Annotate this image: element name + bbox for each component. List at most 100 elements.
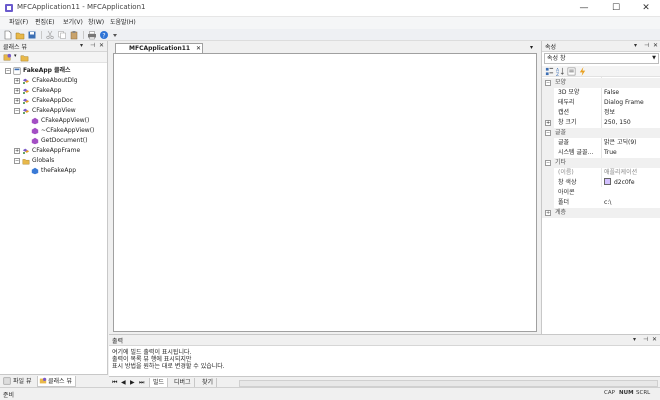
expand-icon[interactable]: +: [14, 88, 20, 94]
categorized-icon[interactable]: [545, 67, 554, 76]
collapse-icon[interactable]: −: [545, 160, 551, 166]
property-name: 글꼴: [555, 129, 567, 136]
tree-item[interactable]: ~CFakeAppView(): [0, 126, 108, 136]
document-list-dropdown[interactable]: ▾: [530, 44, 533, 51]
property-gutter: [542, 88, 554, 98]
property-row[interactable]: 폴더 c:\: [542, 198, 660, 208]
property-category[interactable]: − 모양: [542, 78, 660, 88]
events-icon[interactable]: [578, 67, 587, 76]
property-value[interactable]: Dialog Frame: [604, 98, 644, 108]
method-icon: [31, 127, 39, 135]
copy-icon[interactable]: [57, 30, 67, 40]
help-icon[interactable]: ?: [99, 30, 109, 40]
maximize-button[interactable]: ☐: [602, 0, 630, 16]
menu-edit[interactable]: 편집(E): [35, 18, 55, 28]
property-row[interactable]: 3D 모양 False: [542, 88, 660, 98]
sort-icon[interactable]: [3, 53, 12, 62]
property-category[interactable]: − 글꼴: [542, 128, 660, 138]
document-area: MFCApplication11 ✕ ▾: [109, 41, 540, 333]
dropdown-icon[interactable]: ▾: [14, 53, 17, 59]
property-value[interactable]: c:\: [604, 198, 611, 208]
property-value[interactable]: 250, 150: [604, 118, 631, 128]
print-icon[interactable]: [87, 30, 97, 40]
alphabetical-icon[interactable]: AZ: [556, 67, 565, 76]
property-row[interactable]: (이름) 애플리케이션: [542, 168, 660, 178]
toolbar-options-icon[interactable]: [110, 30, 120, 40]
expand-icon[interactable]: +: [545, 120, 551, 126]
pane-options-icon[interactable]: ▾: [634, 42, 637, 49]
close-button[interactable]: ✕: [632, 0, 660, 16]
property-value[interactable]: d2c0fe: [604, 178, 635, 188]
tree-item[interactable]: GetDocument(): [0, 136, 108, 146]
property-category[interactable]: − 기타: [542, 158, 660, 168]
menu-file[interactable]: 파일(F): [9, 18, 28, 28]
properties-object-combo[interactable]: 속성 창 ▼: [544, 53, 659, 64]
tree-item[interactable]: + CFakeAboutDlg: [0, 76, 108, 86]
expand-icon[interactable]: +: [14, 78, 20, 84]
property-row[interactable]: 캡션 정보: [542, 108, 660, 118]
tree-item[interactable]: theFakeApp: [0, 166, 108, 176]
property-category[interactable]: + 계층: [542, 208, 660, 218]
minimize-button[interactable]: —: [570, 0, 598, 16]
pane-options-icon[interactable]: ▾: [633, 336, 636, 343]
property-value[interactable]: False: [604, 88, 619, 98]
property-gutter: [542, 168, 554, 178]
open-folder-icon[interactable]: [15, 30, 25, 40]
cut-icon[interactable]: [45, 30, 55, 40]
collapse-icon[interactable]: −: [14, 108, 20, 114]
properties-icon[interactable]: [567, 67, 576, 76]
expand-icon[interactable]: +: [545, 210, 551, 216]
save-icon[interactable]: [27, 30, 37, 40]
document-view[interactable]: [113, 53, 537, 332]
tab-file-view[interactable]: 파일 뷰: [3, 376, 31, 387]
property-name: 폴더: [558, 199, 570, 206]
property-value[interactable]: True: [604, 148, 617, 158]
property-row[interactable]: 글꼴 맑은 고딕(9): [542, 138, 660, 148]
property-row[interactable]: 테두리 Dialog Frame: [542, 98, 660, 108]
pane-close-icon[interactable]: ✕: [653, 42, 658, 49]
pin-icon[interactable]: ⊣: [643, 336, 648, 343]
property-row[interactable]: 창 색상 d2c0fe: [542, 178, 660, 188]
expand-icon[interactable]: +: [14, 148, 20, 154]
tree-item[interactable]: − CFakeAppView: [0, 106, 108, 116]
tree-item[interactable]: − FakeApp 클래스: [0, 66, 108, 76]
tree-item[interactable]: − Globals: [0, 156, 108, 166]
property-row[interactable]: 시스템 글꼴... True: [542, 148, 660, 158]
class-view-title: 클래스 뷰: [3, 44, 27, 51]
window-title: MFCApplication11 - MFCApplication1: [17, 3, 146, 11]
property-row[interactable]: 아이콘: [542, 188, 660, 198]
collapse-icon[interactable]: −: [545, 80, 551, 86]
pane-options-icon[interactable]: ▾: [80, 42, 83, 49]
class-view-icon: [39, 377, 47, 384]
collapse-icon[interactable]: −: [545, 130, 551, 136]
method-icon: [31, 137, 39, 145]
new-file-icon[interactable]: [3, 30, 13, 40]
tree-item[interactable]: + CFakeAppFrame: [0, 146, 108, 156]
tab-class-view[interactable]: 클래스 뷰: [37, 376, 76, 387]
tree-item[interactable]: + CFakeAppDoc: [0, 96, 108, 106]
property-name: 모양: [555, 79, 567, 86]
paste-icon[interactable]: [69, 30, 79, 40]
pin-icon[interactable]: ⊣: [644, 42, 649, 49]
menu-window[interactable]: 창(W): [88, 18, 104, 28]
new-folder-icon[interactable]: [20, 53, 29, 62]
collapse-icon[interactable]: −: [5, 68, 11, 74]
output-title: 출력: [112, 338, 124, 345]
collapse-icon[interactable]: −: [14, 158, 20, 164]
menu-help[interactable]: 도움말(H): [110, 18, 136, 28]
pane-close-icon[interactable]: ✕: [652, 336, 657, 343]
document-tab[interactable]: MFCApplication11 ✕: [115, 43, 203, 53]
tree-item[interactable]: CFakeAppView(): [0, 116, 108, 126]
property-value[interactable]: 애플리케이션: [604, 168, 637, 178]
class-icon: [22, 78, 30, 85]
property-row[interactable]: + 창 크기 250, 150: [542, 118, 660, 128]
pin-icon[interactable]: ⊣: [90, 42, 95, 49]
menu-view[interactable]: 보기(V): [63, 18, 83, 28]
close-icon[interactable]: ✕: [196, 44, 201, 53]
horizontal-scrollbar[interactable]: [239, 380, 658, 387]
pane-close-icon[interactable]: ✕: [99, 42, 104, 49]
expand-icon[interactable]: +: [14, 98, 20, 104]
tree-item[interactable]: + CFakeApp: [0, 86, 108, 96]
property-value[interactable]: 맑은 고딕(9): [604, 138, 637, 148]
property-value[interactable]: 정보: [604, 108, 615, 118]
